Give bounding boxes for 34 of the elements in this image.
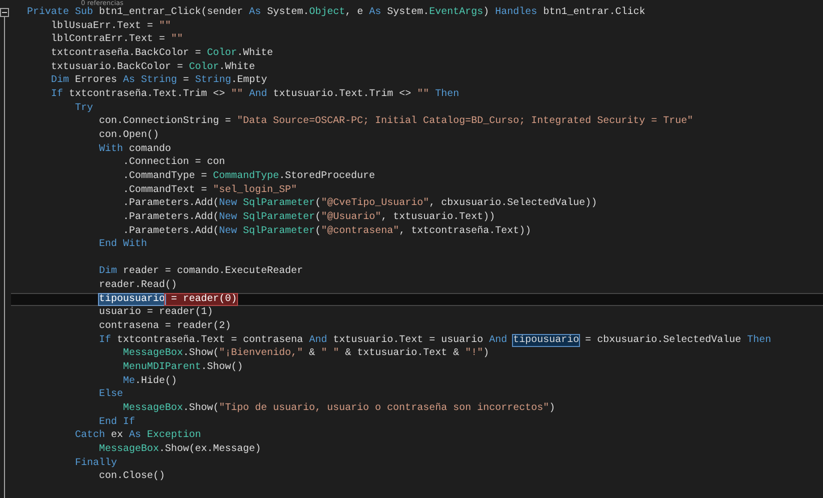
code-line: If txtcontraseña.Text = contrasena And txtusuario.Text = usuario And tipousuario = cbxusuario.SelectedValue Then: [98, 334, 772, 348]
code-line: con.Close(): [98, 470, 166, 484]
code-line: Me.Hide(): [122, 374, 178, 388]
code-line: lblUsuaErr.Text = "": [50, 20, 172, 34]
code-line: Try: [74, 102, 94, 116]
code-line: lblContraErr.Text = "": [50, 33, 184, 47]
code-line: Dim reader = comando.ExecuteReader: [98, 265, 304, 280]
code-line: .Parameters.Add(New SqlParameter("@contrasena", txtcontraseña.Text)): [122, 224, 532, 238]
code-line: .Parameters.Add(New SqlParameter("@CveTipo_Usuario", cbxusuario.SelectedValue)): [122, 197, 598, 211]
code-line: contrasena = reader(2): [98, 320, 232, 334]
code-line: txtusuario.BackColor = Color.White: [50, 60, 256, 74]
code-line: End If: [98, 416, 136, 430]
code-line: Catch ex As Exception: [74, 429, 202, 443]
code-line: MessageBox.Show(ex.Message): [98, 443, 262, 457]
code-line: Finally: [74, 456, 118, 470]
code-line: End With: [98, 238, 148, 252]
code-line: .CommandType = CommandType.StoredProcedure: [122, 170, 376, 184]
code-line: Dim Errores As String = String.Empty: [50, 74, 268, 88]
code-line: con.Open(): [98, 128, 160, 143]
code-line: Private Sub btn1_entrar_Click(sender As System.Object, e As System.EventArgs) Handles btn1_entrar.Click: [26, 6, 646, 20]
code-line: reader.Read(): [98, 279, 178, 293]
code-line: txtcontraseña.BackColor = Color.White: [50, 46, 274, 61]
code-line: .Parameters.Add(New SqlParameter("@Usuario", txtusuario.Text)): [122, 210, 496, 224]
code-line: con.ConnectionString = "Data Source=OSCAR-PC; Initial Catalog=BD_Curso; Integrated Security = True": [98, 115, 694, 129]
code-line: .CommandText = "sel_login_SP": [122, 184, 298, 198]
code-line: .Connection = con: [122, 156, 226, 170]
code-line: MenuMDIParent.Show(): [122, 361, 244, 375]
code-line: With comando: [98, 142, 172, 156]
code-line: MessageBox.Show("Tipo de usuario, usuario o contraseña son incorrectos"): [122, 402, 556, 416]
code-line: MessageBox.Show("¡Bienvenido," & " " & txtusuario.Text & "!"): [122, 347, 490, 362]
code-line: usuario = reader(1): [98, 306, 214, 320]
code-line: Else: [98, 388, 124, 402]
code-line: If txtcontraseña.Text.Trim <> "" And txtusuario.Text.Trim <> "" Then: [50, 88, 460, 102]
collapse-icon[interactable]: [0, 8, 9, 17]
